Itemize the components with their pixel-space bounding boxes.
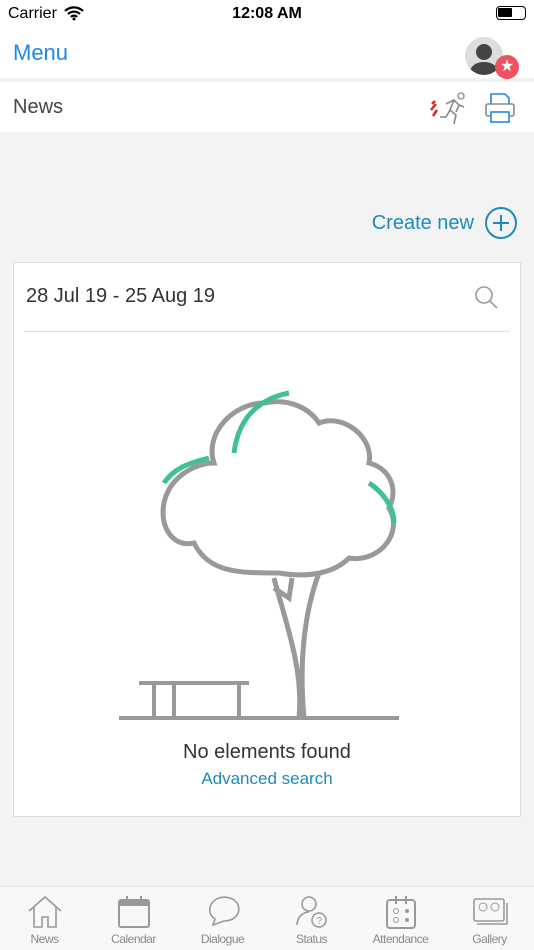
tab-label: Calendar [111,932,156,946]
clock: 12:08 AM [232,5,302,22]
tab-label: Attendance [372,932,429,946]
tab-attendance[interactable]: Attendance [356,887,445,950]
advanced-search-link[interactable]: Advanced search [14,769,520,789]
tab-bar: News Calendar Dialogue ? Status Attendanc… [0,886,534,950]
create-new-button[interactable]: Create new [372,206,518,240]
house-icon [27,895,62,928]
menu-button[interactable]: Menu [13,40,68,66]
tab-dialogue[interactable]: Dialogue [178,887,267,950]
tab-label: News [30,932,59,946]
tree-illustration [119,390,399,720]
battery-icon [496,6,526,20]
tab-news[interactable]: News [0,887,89,950]
plus-circle-icon [485,207,517,239]
page-title: News [13,96,64,118]
nav-bar: Menu ★ [0,28,534,79]
tab-calendar[interactable]: Calendar [89,887,178,950]
printer-icon[interactable] [485,92,515,124]
svg-text:?: ? [316,916,322,927]
star-icon[interactable]: ★ [495,55,519,79]
subheader: News [0,82,534,132]
news-card: 28 Jul 19 - 25 Aug 19 No elements found … [13,262,521,817]
tab-label: Status [295,932,328,946]
date-range[interactable]: 28 Jul 19 - 25 Aug 19 [26,285,215,308]
divider [24,331,510,332]
status-bar: Carrier 12:08 AM [0,0,534,28]
tab-label: Dialogue [200,932,245,946]
tab-status[interactable]: ? Status [267,887,356,950]
create-new-label: Create new [371,211,474,234]
speech-bubble-icon [208,896,240,927]
fire-exit-icon[interactable] [428,90,470,126]
tab-label: Gallery [472,932,507,946]
tab-gallery[interactable]: Gallery [445,887,534,950]
gallery-icon [472,898,508,925]
calendar-icon [117,896,150,928]
person-question-icon: ? [295,896,327,928]
empty-state-text: No elements found [183,741,351,763]
search-icon[interactable] [474,285,498,309]
attendance-icon [385,896,416,929]
